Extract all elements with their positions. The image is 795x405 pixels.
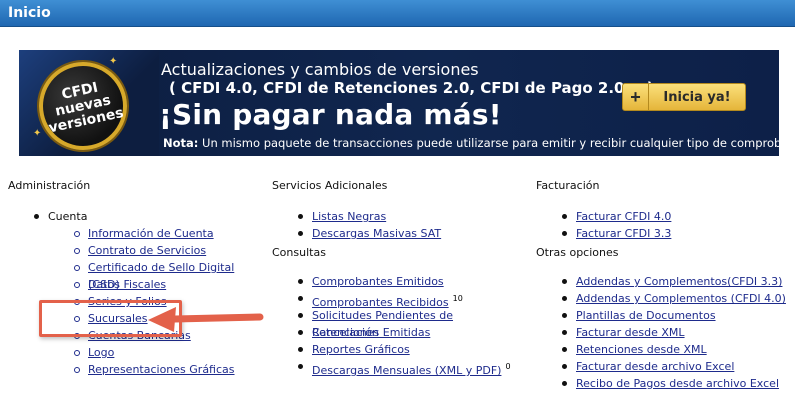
- list-item: Reportes Gráficos: [272, 341, 522, 358]
- facturar-xml-link[interactable]: Facturar desde XML: [576, 326, 685, 339]
- list-item: Facturar CFDI 3.3: [536, 225, 791, 242]
- facturar-cfdi40-link[interactable]: Facturar CFDI 4.0: [576, 210, 671, 223]
- comprobantes-emitidos-link[interactable]: Comprobantes Emitidos: [312, 275, 444, 288]
- cta-label: Inicia ya!: [663, 89, 731, 105]
- list-item: Información de Cuenta: [8, 225, 258, 242]
- list-item: Addendas y Complementos (CFDI 4.0): [536, 290, 791, 307]
- banner-note: Nota: Un mismo paquete de transacciones …: [163, 136, 779, 150]
- list-item: Descargas Masivas SAT: [272, 225, 522, 242]
- administracion-column: Administración Cuenta Información de Cue…: [8, 178, 258, 378]
- count-badge: 0: [505, 362, 511, 371]
- reportes-graficos-link[interactable]: Reportes Gráficos: [312, 343, 410, 356]
- facturacion-column: Facturación Facturar CFDI 4.0 Facturar C…: [536, 178, 791, 392]
- plantillas-documentos-link[interactable]: Plantillas de Documentos: [576, 309, 716, 322]
- section-title-otras: Otras opciones: [536, 246, 619, 259]
- sparkle-icon: ✦: [33, 128, 42, 139]
- facturar-cfdi33-link[interactable]: Facturar CFDI 3.3: [576, 227, 671, 240]
- section-title-consultas: Consultas: [272, 246, 326, 259]
- list-item: Facturar desde archivo Excel: [536, 358, 791, 375]
- descargas-masivas-link[interactable]: Descargas Masivas SAT: [312, 227, 441, 240]
- list-item: Addendas y Complementos(CFDI 3.3): [536, 273, 791, 290]
- list-item: Certificado de Sello Digital (CSD): [8, 259, 258, 291]
- list-item: Comprobantes Recibidos 10: [272, 290, 522, 309]
- banner-note-text: Un mismo paquete de transacciones puede …: [202, 136, 779, 150]
- list-item: Datos Fiscales: [8, 276, 258, 293]
- listas-negras-link[interactable]: Listas Negras: [312, 210, 386, 223]
- section-title-administracion: Administración: [8, 179, 91, 192]
- banner-line-1: Actualizaciones y cambios de versiones: [161, 60, 479, 79]
- list-item: Retenciones desde XML: [536, 341, 791, 358]
- banner-line-2: ( CFDI 4.0, CFDI de Retenciones 2.0, CFD…: [169, 79, 654, 97]
- list-item: Recibo de Pagos desde archivo Excel: [536, 375, 791, 392]
- representaciones-graficas-link[interactable]: Representaciones Gráficas: [88, 363, 235, 376]
- inicia-ya-button[interactable]: + Inicia ya!: [622, 83, 746, 111]
- list-item: Solicitudes Pendientes de Cancelación: [272, 307, 522, 339]
- list-item: Contrato de Servicios: [8, 242, 258, 259]
- list-item: Plantillas de Documentos: [536, 307, 791, 324]
- list-item: Comprobantes Emitidos: [272, 273, 522, 290]
- promo-banner[interactable]: CFDI nuevas versiones ✦ ✦ Actualizacione…: [19, 50, 779, 156]
- addendas-cfdi33-link[interactable]: Addendas y Complementos(CFDI 3.3): [576, 275, 782, 288]
- sparkle-icon: ✦: [109, 56, 118, 67]
- section-title-servicios: Servicios Adicionales: [272, 179, 388, 192]
- logo-link[interactable]: Logo: [88, 346, 114, 359]
- cfdi-badge-icon: CFDI nuevas versiones: [30, 53, 136, 156]
- list-item: Facturar CFDI 4.0: [536, 208, 791, 225]
- page-header: Inicio: [0, 0, 795, 27]
- retenciones-xml-link[interactable]: Retenciones desde XML: [576, 343, 707, 356]
- sucursales-link[interactable]: Sucursales: [88, 312, 148, 325]
- plus-icon: +: [623, 84, 649, 110]
- list-item: Descargas Mensuales (XML y PDF) 0: [272, 358, 522, 377]
- retenciones-emitidas-link[interactable]: Retenciones Emitidas: [312, 326, 430, 339]
- facturar-excel-link[interactable]: Facturar desde archivo Excel: [576, 360, 734, 373]
- list-item: Representaciones Gráficas: [8, 361, 258, 378]
- servicios-column: Servicios Adicionales Listas Negras Desc…: [272, 178, 522, 377]
- list-item: Facturar desde XML: [536, 324, 791, 341]
- addendas-cfdi40-link[interactable]: Addendas y Complementos (CFDI 4.0): [576, 292, 786, 305]
- datos-fiscales-link[interactable]: Datos Fiscales: [88, 278, 166, 291]
- page-title: Inicio: [8, 5, 51, 21]
- list-item: Listas Negras: [272, 208, 522, 225]
- arrow-left-icon: [148, 307, 264, 332]
- section-title-facturacion: Facturación: [536, 179, 600, 192]
- descargas-mensuales-link[interactable]: Descargas Mensuales (XML y PDF): [312, 364, 501, 377]
- list-item: Logo: [8, 344, 258, 361]
- cuenta-label: Cuenta: [48, 210, 88, 223]
- count-badge: 10: [452, 294, 463, 303]
- contrato-servicios-link[interactable]: Contrato de Servicios: [88, 244, 206, 257]
- banner-headline: ¡Sin pagar nada más!: [159, 98, 502, 131]
- banner-note-label: Nota:: [163, 136, 199, 150]
- informacion-cuenta-link[interactable]: Información de Cuenta: [88, 227, 214, 240]
- list-item: Retenciones Emitidas: [272, 324, 522, 341]
- recibo-pagos-excel-link[interactable]: Recibo de Pagos desde archivo Excel: [576, 377, 779, 390]
- list-item-cuenta: Cuenta: [8, 208, 258, 225]
